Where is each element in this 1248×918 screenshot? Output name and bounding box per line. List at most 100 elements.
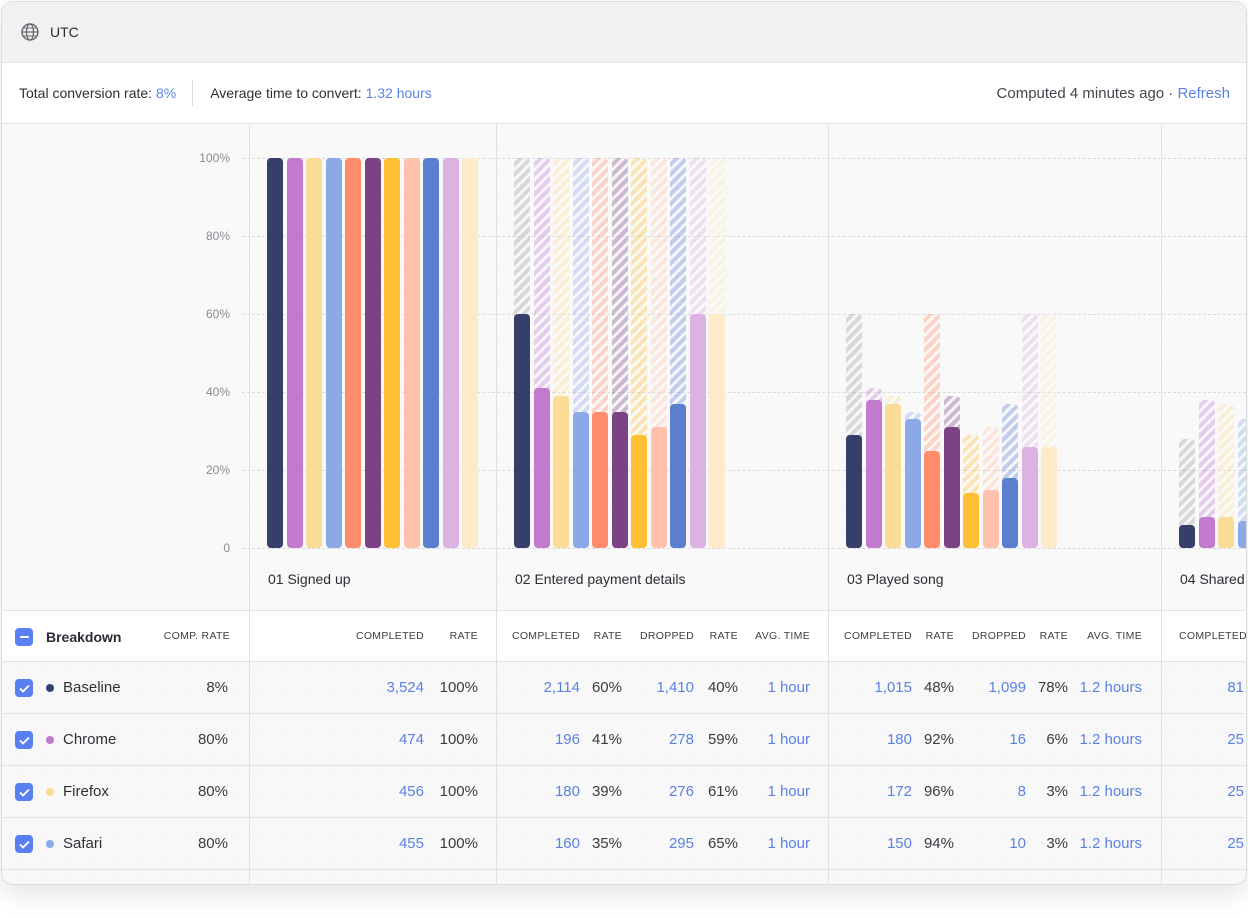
conversion-bar[interactable] [650,427,667,548]
dropoff-bar[interactable] [553,158,569,400]
dropoff-bar[interactable] [1021,314,1038,451]
s2-dropped-header[interactable]: Dropped [640,630,694,642]
table-row[interactable]: Chrome 80% 474 100% 196 41% 278 59% 1 hour 180 92%… [2,714,1246,766]
comp-rate-header[interactable]: Comp. rate [164,630,230,642]
s3-completed-value[interactable]: 150 [887,835,912,852]
conversion-bar[interactable] [325,158,342,548]
conversion-bar[interactable] [1021,446,1038,548]
table-row[interactable]: Safari 80% 455 100% 160 35% 295 65% 1 hour 150 94%… [2,818,1246,870]
s3-dropped-value[interactable]: 10 [1009,835,1026,852]
dropoff-bar[interactable] [631,158,647,439]
s4-completed-value[interactable]: 81 [1227,679,1244,696]
s3-avg-time-value[interactable]: 1.2 hours [1079,835,1142,852]
select-all-checkbox[interactable] [15,628,33,646]
s3-completed-value[interactable]: 1,015 [874,679,912,696]
conversion-bar[interactable] [963,493,979,548]
s2-completed-value[interactable]: 160 [555,835,580,852]
s2-avg-time-value[interactable]: 1 hour [767,783,810,800]
s2-completed-value[interactable]: 180 [555,783,580,800]
dropoff-bar[interactable] [846,314,862,439]
conversion-bar[interactable] [286,158,303,548]
dropoff-bar[interactable] [709,158,725,318]
s2-dropped-value[interactable]: 1,410 [656,679,694,696]
s2-dropped-value[interactable]: 278 [669,731,694,748]
refresh-link[interactable]: Refresh [1177,85,1230,102]
conversion-bar[interactable] [306,158,322,548]
conversion-bar[interactable] [709,314,725,548]
s3-avg-time-value[interactable]: 1.2 hours [1079,731,1142,748]
conversion-bar[interactable] [611,411,628,548]
dropoff-bar[interactable] [533,158,550,393]
s3-rate-header[interactable]: Rate [926,630,954,642]
conversion-bar[interactable] [403,158,420,548]
dropoff-bar[interactable] [611,158,628,416]
s3-dropped-value[interactable]: 1,099 [988,679,1026,696]
dropoff-bar[interactable] [592,158,608,416]
s3-avg-time-value[interactable]: 1.2 hours [1079,679,1142,696]
dropoff-bar[interactable] [924,314,940,455]
conversion-bar[interactable] [514,314,530,548]
conversion-bar[interactable] [1218,516,1234,548]
table-row[interactable]: Baseline 8% 3,524 100% 2,114 60% 1,410 40% 1 hou… [2,662,1246,714]
s4-completed-value[interactable]: 25 [1227,835,1244,852]
dropoff-bar[interactable] [1179,438,1195,529]
s4-completed-value[interactable]: 25 [1227,783,1244,800]
conversion-bar[interactable] [592,411,608,548]
s3-dropped-header[interactable]: Dropped [972,630,1026,642]
dropoff-bar[interactable] [982,427,999,494]
conversion-bar[interactable] [846,434,862,548]
conversion-bar[interactable] [1198,516,1215,548]
s3-completed-value[interactable]: 180 [887,731,912,748]
conversion-bar[interactable] [943,427,960,548]
conversion-bar[interactable] [267,158,283,548]
dropoff-bar[interactable] [1237,419,1246,525]
conversion-bar[interactable] [553,395,569,548]
s1-completed-header[interactable]: Completed [356,630,424,642]
conversion-bar[interactable] [1237,520,1246,548]
s2-completed-value[interactable]: 2,114 [544,679,580,696]
s3-dropped-value[interactable]: 16 [1009,731,1026,748]
conversion-bar[interactable] [904,419,921,548]
conversion-bar[interactable] [384,158,400,548]
conversion-bar[interactable] [865,399,882,548]
s1-completed-value[interactable]: 3,524 [386,679,424,696]
conversion-bar[interactable] [423,158,439,548]
s4-completed-header[interactable]: Completed [1179,630,1246,642]
s2-rate-header[interactable]: Rate [594,630,622,642]
dropoff-bar[interactable] [1198,399,1215,521]
s3-rate2-header[interactable]: Rate [1040,630,1068,642]
s3-completed-value[interactable]: 172 [887,783,912,800]
dropoff-bar[interactable] [943,395,960,432]
s1-rate-header[interactable]: Rate [450,630,478,642]
dropoff-bar[interactable] [1041,314,1057,451]
conversion-bar[interactable] [670,403,686,548]
conversion-bar[interactable] [1179,524,1195,548]
conversion-bar[interactable] [1041,446,1057,548]
s2-completed-header[interactable]: Completed [512,630,580,642]
s1-completed-value[interactable]: 455 [399,835,424,852]
s2-avg-time-value[interactable]: 1 hour [767,679,810,696]
conversion-bar[interactable] [982,489,999,548]
table-row[interactable]: Firefox 80% 456 100% 180 39% 276 61% 1 hour 172 96… [2,766,1246,818]
s2-avg-time-value[interactable]: 1 hour [767,835,810,852]
conversion-bar[interactable] [631,434,647,548]
s3-completed-header[interactable]: Completed [844,630,912,642]
conversion-bar[interactable] [1002,477,1018,548]
dropoff-bar[interactable] [963,434,979,498]
dropoff-bar[interactable] [1002,403,1018,482]
s2-rate2-header[interactable]: Rate [710,630,738,642]
s2-avgtime-header[interactable]: Avg. time [755,630,810,642]
s3-dropped-value[interactable]: 8 [1018,783,1026,800]
dropoff-bar[interactable] [650,158,667,432]
s1-completed-value[interactable]: 474 [399,731,424,748]
row-checkbox[interactable] [15,679,33,697]
s2-avg-time-value[interactable]: 1 hour [767,731,810,748]
conversion-bar[interactable] [533,388,550,548]
conversion-bar[interactable] [462,158,478,548]
row-checkbox[interactable] [15,835,33,853]
s3-avgtime-header[interactable]: Avg. time [1087,630,1142,642]
dropoff-bar[interactable] [1218,403,1234,521]
row-checkbox[interactable] [15,783,33,801]
s4-completed-value[interactable]: 25 [1227,731,1244,748]
conversion-bar[interactable] [345,158,361,548]
